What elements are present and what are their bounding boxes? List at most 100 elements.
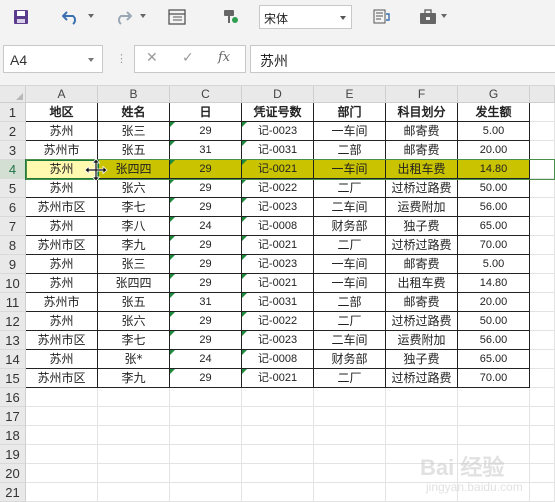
font-name-select[interactable]: 宋体 (259, 5, 352, 29)
table-cell[interactable] (314, 445, 386, 464)
table-cell[interactable]: 29 (170, 179, 242, 198)
table-cell[interactable] (26, 407, 98, 426)
table-cell[interactable]: 邮寄费 (386, 255, 458, 274)
header-cell[interactable]: 部门 (314, 103, 386, 122)
undo-icon[interactable] (60, 6, 82, 28)
table-cell[interactable] (242, 483, 314, 502)
confirm-icon[interactable]: ✓ (182, 50, 194, 66)
table-cell[interactable]: 苏州市区 (26, 369, 98, 388)
table-cell[interactable]: 出租车费 (386, 274, 458, 293)
header-cell[interactable]: 发生额 (458, 103, 530, 122)
table-cell[interactable]: 记-0022 (242, 179, 314, 198)
table-cell[interactable]: 记-0021 (242, 274, 314, 293)
table-cell[interactable]: 张四四 (98, 160, 170, 179)
row-header-6[interactable]: 6 (0, 198, 26, 217)
more-icon[interactable]: ⋮ (116, 52, 127, 65)
row-header-7[interactable]: 7 (0, 217, 26, 236)
table-cell[interactable]: 苏州 (26, 312, 98, 331)
table-cell[interactable]: 记-0023 (242, 331, 314, 350)
table-cell[interactable]: 记-0008 (242, 350, 314, 369)
header-cell[interactable]: 日 (170, 103, 242, 122)
table-cell[interactable]: 记-0021 (242, 236, 314, 255)
table-cell[interactable]: 二厂 (314, 312, 386, 331)
table-cell[interactable]: 苏州市区 (26, 236, 98, 255)
table-cell[interactable]: 二厂 (314, 236, 386, 255)
cancel-icon[interactable]: ✕ (146, 50, 158, 66)
table-cell[interactable]: 二部 (314, 141, 386, 160)
table-cell[interactable] (314, 407, 386, 426)
table-cell[interactable]: 张三 (98, 122, 170, 141)
table-cell[interactable]: 独子费 (386, 217, 458, 236)
table-cell[interactable] (170, 464, 242, 483)
table-cell[interactable] (170, 445, 242, 464)
table-cell[interactable]: 财务部 (314, 350, 386, 369)
table-cell[interactable] (530, 274, 555, 293)
table-cell[interactable]: 65.00 (458, 350, 530, 369)
column-header-b[interactable]: B (98, 86, 170, 103)
table-cell[interactable]: 70.00 (458, 369, 530, 388)
wrap-text-icon[interactable] (371, 6, 393, 28)
function-icon[interactable]: fx (218, 50, 230, 65)
table-cell[interactable]: 李七 (98, 331, 170, 350)
table-cell[interactable] (530, 198, 555, 217)
table-cell[interactable]: 29 (170, 198, 242, 217)
table-cell[interactable]: 记-0022 (242, 312, 314, 331)
table-cell[interactable]: 记-0021 (242, 369, 314, 388)
table-cell[interactable] (98, 407, 170, 426)
select-all-corner[interactable] (0, 86, 26, 103)
table-cell[interactable] (530, 217, 555, 236)
table-cell[interactable]: 苏州 (26, 255, 98, 274)
table-cell[interactable]: 苏州 (26, 217, 98, 236)
table-cell[interactable]: 李九 (98, 369, 170, 388)
table-cell[interactable]: 李九 (98, 236, 170, 255)
table-cell[interactable] (170, 426, 242, 445)
table-cell[interactable]: 李八 (98, 217, 170, 236)
table-cell[interactable]: 50.00 (458, 179, 530, 198)
table-cell[interactable]: 张五 (98, 293, 170, 312)
table-cell[interactable]: 财务部 (314, 217, 386, 236)
table-cell[interactable]: 邮寄费 (386, 122, 458, 141)
spreadsheet-grid[interactable]: A B C D E F G 1 地区 姓名日凭证号数 部门 科目划分 发生额 2 苏州 张三 29 记-0023 一… (0, 86, 555, 502)
table-cell[interactable]: 苏州市区 (26, 331, 98, 350)
table-cell[interactable]: 29 (170, 160, 242, 179)
table-cell[interactable]: 张五 (98, 141, 170, 160)
table-cell[interactable]: 一车间 (314, 255, 386, 274)
row-header-10[interactable]: 10 (0, 274, 26, 293)
table-cell[interactable] (530, 179, 555, 198)
table-cell[interactable]: 56.00 (458, 198, 530, 217)
table-cell[interactable] (530, 103, 555, 122)
table-cell[interactable] (530, 407, 555, 426)
table-cell[interactable]: 31 (170, 293, 242, 312)
table-cell[interactable]: 李七 (98, 198, 170, 217)
undo-dropdown-icon[interactable] (88, 14, 94, 18)
table-cell[interactable]: 29 (170, 236, 242, 255)
table-cell[interactable]: 70.00 (458, 236, 530, 255)
table-cell[interactable] (98, 426, 170, 445)
row-header-20[interactable]: 20 (0, 464, 26, 483)
table-cell[interactable]: 一车间 (314, 160, 386, 179)
table-cell[interactable]: 二部 (314, 293, 386, 312)
column-header-g[interactable]: G (458, 86, 530, 103)
table-cell[interactable] (242, 445, 314, 464)
row-header-12[interactable]: 12 (0, 312, 26, 331)
table-cell[interactable]: 20.00 (458, 141, 530, 160)
table-cell[interactable]: 二车间 (314, 331, 386, 350)
table-cell[interactable]: 记-0021 (242, 160, 314, 179)
table-cell[interactable] (26, 464, 98, 483)
save-icon[interactable] (10, 6, 32, 28)
table-cell[interactable]: 29 (170, 312, 242, 331)
table-cell[interactable] (530, 255, 555, 274)
name-box[interactable]: A4 (3, 45, 103, 73)
table-cell[interactable]: 过桥过路费 (386, 179, 458, 198)
table-cell[interactable]: 张六 (98, 312, 170, 331)
table-cell[interactable] (26, 483, 98, 502)
table-cell[interactable]: 20.00 (458, 293, 530, 312)
table-cell[interactable] (242, 407, 314, 426)
table-cell[interactable] (530, 483, 555, 502)
table-cell[interactable] (26, 388, 98, 407)
toolbox-dropdown-icon[interactable] (441, 14, 447, 18)
table-cell[interactable] (314, 483, 386, 502)
table-cell[interactable]: 5.00 (458, 255, 530, 274)
table-cell[interactable] (530, 236, 555, 255)
row-header-3[interactable]: 3 (0, 141, 26, 160)
